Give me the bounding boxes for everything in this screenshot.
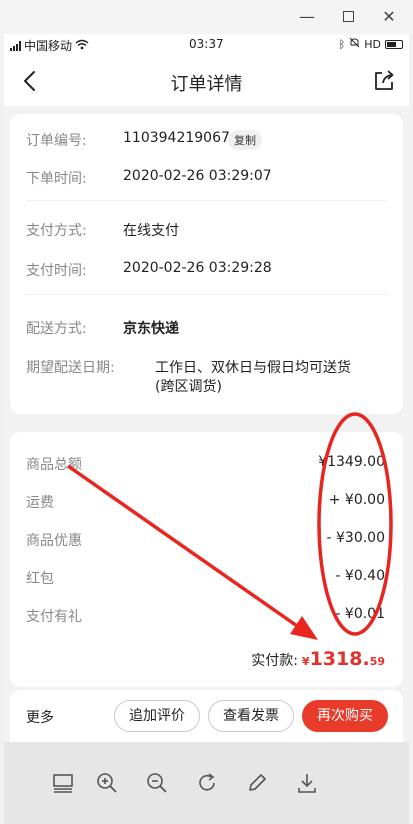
- maximize-button[interactable]: [337, 6, 359, 28]
- paid-decimal: 59: [369, 655, 385, 668]
- bottom-toolbar: [4, 742, 409, 824]
- rotate-button[interactable]: [194, 770, 220, 796]
- total-label: 商品总额: [26, 457, 82, 473]
- redpacket-label: 红包: [26, 571, 54, 587]
- pay-method-label: 支付方式:: [26, 223, 87, 239]
- divider: [26, 294, 387, 295]
- paid-currency: ¥: [301, 655, 310, 668]
- layout-icon: [53, 774, 73, 793]
- carrier-name: 中国移动: [24, 39, 73, 53]
- paygift-label: 支付有礼: [26, 609, 82, 625]
- rotate-icon: [199, 773, 215, 791]
- buy-again-button[interactable]: 再次购买: [302, 700, 388, 732]
- pay-time-value: 2020-02-26 03:29:28: [123, 260, 272, 276]
- expected-date-note: (跨区调货): [155, 379, 222, 395]
- expected-date-label: 期望配送日期:: [26, 360, 115, 376]
- discount-label: 商品优惠: [26, 533, 82, 549]
- order-info-card: 订单编号: 110394219067 复制 下单时间: 2020-02-26 0…: [10, 114, 403, 414]
- pencil-icon: [249, 774, 266, 791]
- page-title: 订单详情: [170, 74, 243, 95]
- hd-icon: HD: [364, 37, 381, 51]
- order-number-label: 订单编号:: [26, 133, 87, 149]
- battery-icon: [385, 39, 403, 49]
- bluetooth-icon: ᛒ: [338, 37, 346, 51]
- expected-date-value: 工作日、双休日与假日均可送货: [155, 360, 351, 376]
- share-icon: [375, 70, 394, 90]
- order-number-value: 110394219067: [123, 130, 230, 146]
- delivery-method-value: 京东快递: [123, 321, 179, 337]
- pay-time-label: 支付时间:: [26, 263, 87, 279]
- page-header: 订单详情: [4, 56, 409, 106]
- redpacket-value: - ¥0.40: [335, 568, 385, 584]
- view-invoice-button[interactable]: 查看发票: [208, 700, 294, 732]
- window-title-bar: — ✕: [0, 0, 413, 34]
- zoom-out-button[interactable]: [144, 770, 170, 796]
- paid-integer: 1318.: [309, 648, 370, 670]
- status-time: 03:37: [189, 37, 224, 51]
- status-left: 中国移动: [10, 37, 89, 54]
- total-value: ¥1349.00: [318, 454, 385, 470]
- download-button[interactable]: [294, 770, 320, 796]
- discount-value: - ¥30.00: [326, 530, 386, 546]
- shipping-label: 运费: [26, 495, 54, 511]
- status-bar: 中国移动 03:37 ᛒ HD: [4, 34, 409, 56]
- download-icon: [298, 774, 316, 793]
- close-button[interactable]: ✕: [378, 6, 400, 28]
- shipping-value: + ¥0.00: [328, 492, 385, 508]
- edit-button[interactable]: [244, 770, 270, 796]
- order-time-value: 2020-02-26 03:29:07: [123, 168, 272, 184]
- delivery-method-label: 配送方式:: [26, 321, 87, 337]
- paid-amount: ¥1318.59: [302, 648, 385, 670]
- order-time-label: 下单时间:: [26, 171, 87, 187]
- more-button[interactable]: 更多: [26, 707, 54, 727]
- phone-screen: 中国移动 03:37 ᛒ HD 订单详情 订单编号: 110394219067 …: [4, 34, 409, 824]
- order-action-bar: 更多 追加评价 查看发票 再次购买: [10, 690, 403, 742]
- paid-label: 实付款:: [251, 653, 298, 669]
- pay-method-value: 在线支付: [123, 223, 179, 239]
- amount-card: 商品总额 ¥1349.00 运费 + ¥0.00 商品优惠 - ¥30.00 红…: [10, 432, 403, 687]
- copy-button[interactable]: 复制: [228, 130, 262, 150]
- minimize-button[interactable]: —: [296, 6, 318, 28]
- layout-button[interactable]: [50, 770, 76, 796]
- mute-icon: [349, 37, 360, 51]
- divider: [26, 200, 387, 201]
- signal-icon: [10, 40, 21, 51]
- paygift-value: - ¥0.01: [335, 606, 385, 622]
- add-review-button[interactable]: 追加评价: [114, 700, 200, 732]
- paid-row: 实付款: ¥1318.59: [251, 648, 385, 670]
- status-right: ᛒ HD: [339, 37, 403, 51]
- zoom-in-button[interactable]: [94, 770, 120, 796]
- zoom-in-icon: [97, 773, 117, 793]
- wifi-icon: [75, 39, 89, 53]
- share-button[interactable]: [371, 68, 397, 94]
- zoom-out-icon: [147, 773, 167, 793]
